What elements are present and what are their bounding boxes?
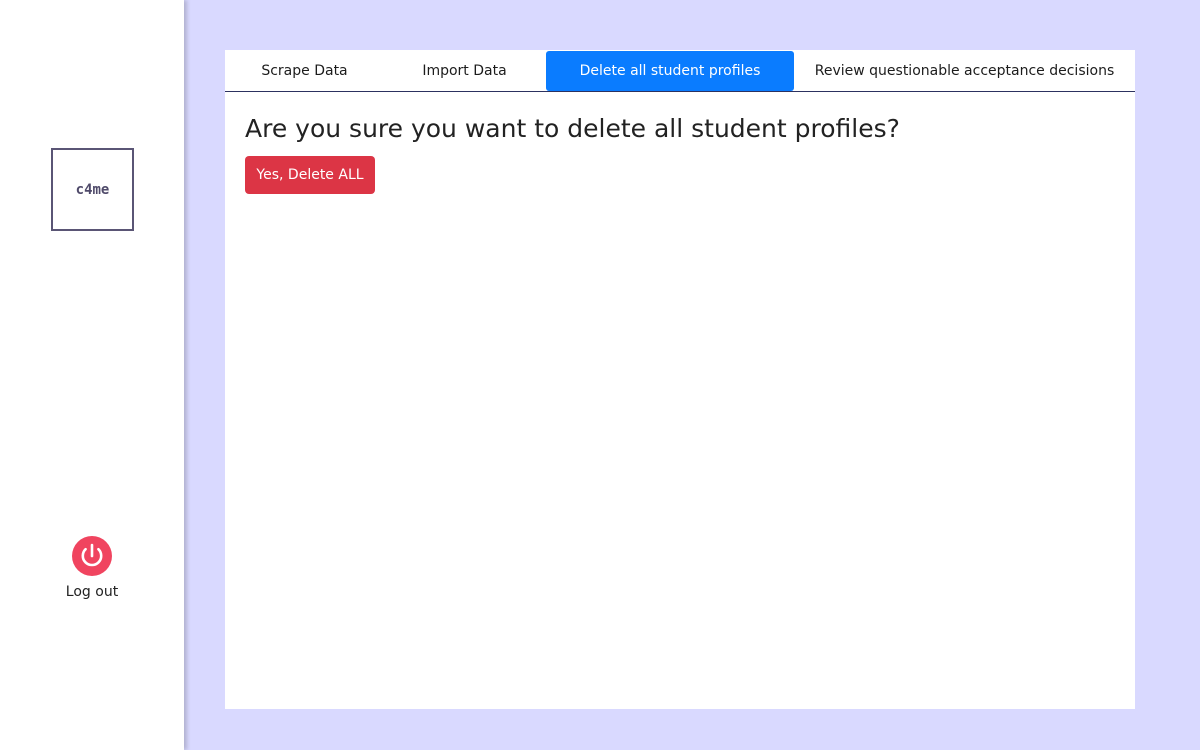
logo-text: c4me (75, 181, 110, 198)
logout-label: Log out (65, 584, 119, 600)
logo[interactable]: c4me (51, 148, 134, 231)
tab-scrape-data[interactable]: Scrape Data (225, 51, 384, 91)
confirmation-heading: Are you sure you want to delete all stud… (245, 114, 900, 143)
main-panel: Scrape Data Import Data Delete all stude… (225, 50, 1135, 709)
confirm-delete-all-button[interactable]: Yes, Delete ALL (245, 156, 375, 194)
tab-delete-all-student-profiles[interactable]: Delete all student profiles (546, 51, 794, 91)
power-icon[interactable] (72, 536, 112, 576)
sidebar: c4me Log out (0, 0, 184, 750)
logout-button[interactable]: Log out (52, 536, 132, 600)
tab-bar: Scrape Data Import Data Delete all stude… (225, 50, 1135, 92)
tab-review-questionable-acceptance-decisions[interactable]: Review questionable acceptance decisions (794, 51, 1135, 91)
tab-import-data[interactable]: Import Data (384, 51, 545, 91)
